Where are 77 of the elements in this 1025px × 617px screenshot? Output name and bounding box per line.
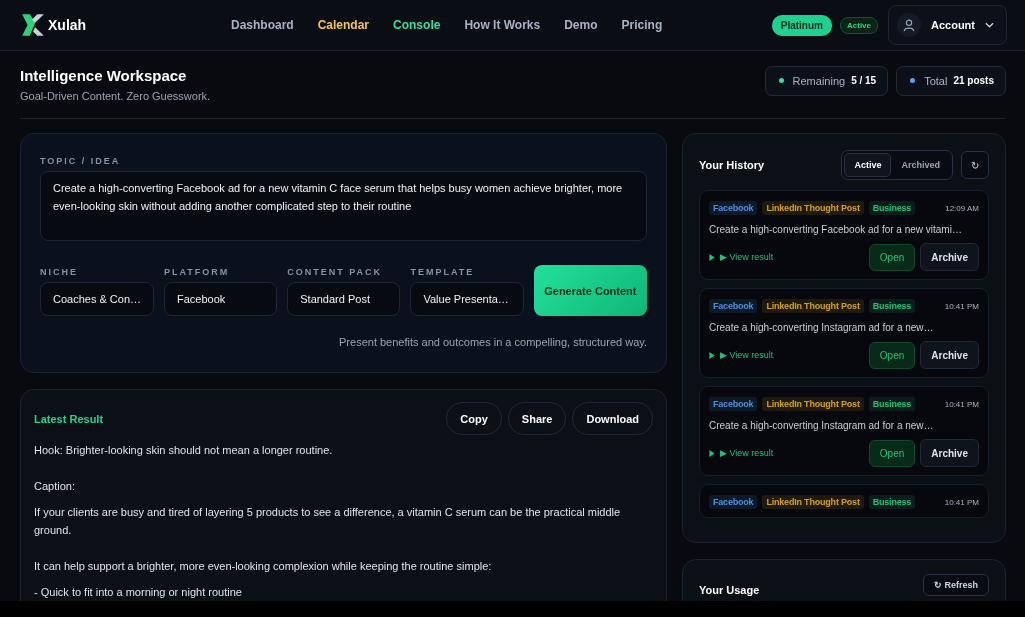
tag: Facebook <box>709 397 758 411</box>
history-text: Create a high-converting Facebook ad for a new vitami… <box>709 224 963 235</box>
filter-tab[interactable]: Active <box>844 153 892 177</box>
tag: Business <box>868 299 916 313</box>
field-label: TOPIC / IDEA <box>40 156 122 166</box>
tag: Business <box>868 495 916 509</box>
timestamp: 10:41 PM <box>944 301 979 311</box>
timestamp: 10:41 PM <box>944 497 979 507</box>
action-button[interactable]: Download <box>572 402 653 435</box>
refresh-button[interactable]: ↻ <box>961 151 989 179</box>
timestamp: 10:41 PM <box>944 399 979 409</box>
account-button[interactable]: Account <box>888 5 1007 45</box>
nav-link[interactable]: Dashboard <box>231 18 294 32</box>
page-subtitle: Goal-Driven Content. Zero Guesswork. <box>20 90 211 102</box>
brand-name[interactable]: Xulah <box>48 17 87 33</box>
archive-button[interactable]: Archive <box>920 439 979 467</box>
stat-value: 5 / 15 <box>851 75 877 86</box>
stat-label: Remaining <box>792 74 846 87</box>
open-button[interactable]: Open <box>868 243 916 271</box>
result-paragraph: If your clients are busy and tired of layering 5 products to see a difference, a vitamin C serum can be the practical middle ground. <box>34 505 622 538</box>
usage-title: Your Usage <box>699 584 760 596</box>
status-badge: Active <box>840 16 878 34</box>
stat-label: Total <box>924 74 948 87</box>
play-icon <box>709 351 715 359</box>
field-label: CONTENT PACK <box>287 267 384 277</box>
select-field[interactable]: Facebook <box>164 282 278 316</box>
topic-field[interactable]: Create a high-converting Facebook ad for a new vitamin C face serum that helps busy women achieve brighter, more even-looking skin without adding another complicated step to their routine <box>40 171 647 241</box>
tag: Business <box>868 397 916 411</box>
result-paragraph: Caption: <box>34 479 76 494</box>
field-label: TEMPLATE <box>410 267 476 277</box>
open-button[interactable]: Open <box>868 439 916 467</box>
page-title: Intelligence Workspace <box>20 67 188 84</box>
field-label: NICHE <box>40 267 79 277</box>
logo-icon <box>20 13 46 37</box>
tag: Facebook <box>709 299 758 313</box>
action-button[interactable]: Copy <box>446 402 502 435</box>
tag: LinkedIn Thought Post <box>762 201 864 215</box>
view-result-link[interactable]: ▶ View result <box>709 350 774 360</box>
play-icon <box>709 253 715 261</box>
user-icon <box>897 13 921 37</box>
view-result-link[interactable]: ▶ View result <box>709 252 774 262</box>
plan-badge: Platinum <box>771 14 832 36</box>
stat-value: 21 posts <box>953 75 994 86</box>
action-button[interactable]: Share <box>507 402 567 435</box>
tag: Facebook <box>709 201 758 215</box>
nav-link[interactable]: Pricing <box>621 18 663 32</box>
open-button[interactable]: Open <box>868 341 916 369</box>
archive-button[interactable]: Archive <box>920 243 979 271</box>
tag: Facebook <box>709 495 758 509</box>
result-paragraph: It can help support a brighter, more even-looking complexion while keeping the routine simple: <box>34 559 493 574</box>
timestamp: 12:09 AM <box>945 203 979 213</box>
result-paragraph: Hook: Brighter-looking skin should not mean a longer routine. <box>34 443 334 458</box>
archive-button[interactable]: Archive <box>920 341 979 369</box>
play-icon <box>709 449 715 457</box>
nav-link[interactable]: How It Works <box>464 18 541 32</box>
field-label: PLATFORM <box>164 267 231 277</box>
tag: LinkedIn Thought Post <box>762 397 864 411</box>
tag: Business <box>868 201 916 215</box>
tag: LinkedIn Thought Post <box>762 299 864 313</box>
nav-link[interactable]: Console <box>393 18 441 32</box>
history-title: Your History <box>699 159 765 171</box>
history-text: Create a high-converting Instagram ad for a new… <box>709 420 935 431</box>
view-result-link[interactable]: ▶ View result <box>709 448 774 458</box>
filter-tab[interactable]: Archived <box>891 153 950 177</box>
generate-button[interactable]: Generate Content <box>533 265 647 316</box>
result-paragraph: - Quick to fit into a morning or night routine <box>34 585 243 600</box>
select-field[interactable]: Value Presenta… <box>410 282 524 316</box>
template-hint: Present benefits and outcomes in a compelling, structured way. <box>338 336 647 348</box>
chevron-down-icon <box>985 22 994 28</box>
tag: LinkedIn Thought Post <box>762 495 864 509</box>
refresh-button[interactable]: ↻ Refresh <box>923 574 989 596</box>
history-text: Create a high-converting Instagram ad for a new… <box>709 322 935 333</box>
result-title: Latest Result <box>34 412 104 425</box>
nav-link[interactable]: Demo <box>564 18 598 32</box>
select-field[interactable]: Standard Post <box>287 282 401 316</box>
nav-link[interactable]: Calendar <box>317 18 370 32</box>
select-field[interactable]: Coaches & Con… <box>40 282 154 316</box>
